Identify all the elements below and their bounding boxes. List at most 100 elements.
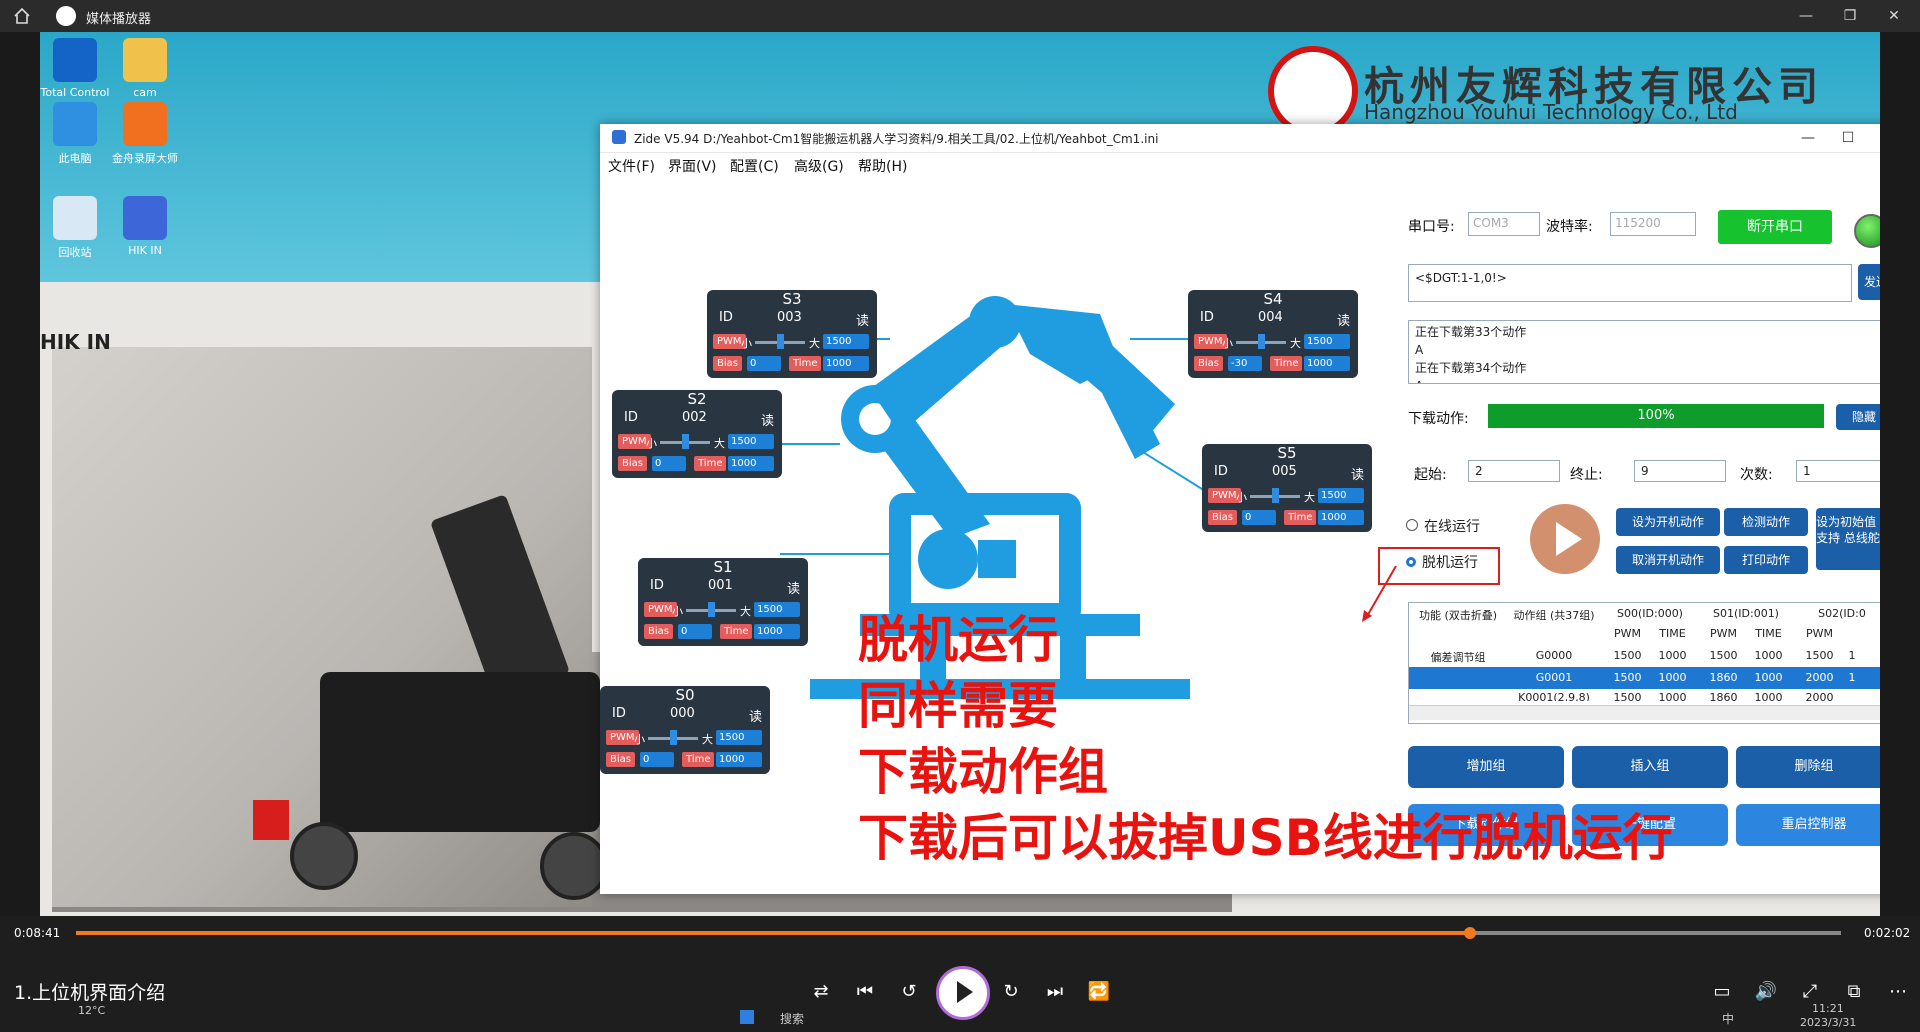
minimize-icon[interactable]: — xyxy=(1786,4,1826,28)
max-label: 大 xyxy=(702,733,713,746)
desktop-icon-label: 此电脑 xyxy=(58,152,92,165)
home-icon[interactable] xyxy=(12,6,32,26)
desktop-icon-this-pc[interactable]: 此电脑 xyxy=(40,102,110,166)
menu-view[interactable]: 界面(V) xyxy=(668,156,717,176)
desktop-icon-label: cam xyxy=(133,86,157,99)
time-spinbox[interactable]: 1000 xyxy=(1318,510,1364,525)
send-button[interactable]: 发送 xyxy=(1858,264,1880,300)
connection-status-led xyxy=(1854,214,1880,248)
table-cell: 1500 xyxy=(1709,649,1738,662)
desktop-icon-total-control[interactable]: Total Control xyxy=(40,38,110,99)
delete-group-button[interactable]: 删除组 xyxy=(1736,746,1880,788)
pwm-slider-knob[interactable] xyxy=(682,434,689,449)
servo-id-label: ID xyxy=(624,410,638,425)
log-output[interactable]: 正在下载第33个动作 A 正在下载第34个动作 A xyxy=(1408,320,1880,384)
menu-file[interactable]: 文件(F) xyxy=(608,156,655,176)
time-spinbox[interactable]: 1000 xyxy=(1304,356,1350,371)
online-run-radio[interactable]: 在线运行 xyxy=(1406,516,1480,536)
set-boot-action-button[interactable]: 设为开机动作 xyxy=(1616,508,1720,536)
servo-read-button[interactable]: 读 xyxy=(1337,310,1350,329)
pwm-spinbox[interactable]: 1500 xyxy=(728,434,774,449)
table-cell: 2000 xyxy=(1805,671,1834,684)
bias-spinbox[interactable]: -30 xyxy=(1228,356,1262,371)
pwm-slider-knob[interactable] xyxy=(708,602,715,617)
pwm-spinbox[interactable]: 1500 xyxy=(823,334,869,349)
disconnect-serial-button[interactable]: 断开串口 xyxy=(1718,210,1832,244)
pwm-spinbox[interactable]: 1500 xyxy=(1318,488,1364,503)
pwm-slider-knob[interactable] xyxy=(777,334,784,349)
servo-id-label: ID xyxy=(719,310,733,325)
add-group-button[interactable]: 增加组 xyxy=(1408,746,1564,788)
zide-close-icon[interactable]: ✕ xyxy=(1870,126,1880,150)
serial-port-label: 串口号: xyxy=(1408,219,1455,235)
tray-time: 11:21 xyxy=(1812,1002,1844,1015)
end-spinbox[interactable]: 9 xyxy=(1634,460,1726,482)
restart-controller-button[interactable]: 重启控制器 xyxy=(1736,804,1880,846)
horizontal-scrollbar[interactable] xyxy=(1409,705,1880,720)
close-icon[interactable]: ✕ xyxy=(1874,4,1914,28)
pwm-spinbox[interactable]: 1500 xyxy=(716,730,762,745)
ime-indicator[interactable]: 中 xyxy=(1722,1010,1734,1027)
menu-help[interactable]: 帮助(H) xyxy=(858,156,907,176)
table-row-selected[interactable]: G0001 1500 1000 1860 1000 2000 1 xyxy=(1409,667,1880,689)
subheader-pwm: PWM xyxy=(1805,627,1833,640)
pwm-slider-knob[interactable] xyxy=(1272,488,1279,503)
servo-read-button[interactable]: 读 xyxy=(1351,464,1364,483)
bias-spinbox[interactable]: 0 xyxy=(652,456,686,471)
desktop-icon-hik[interactable]: HIK IN xyxy=(110,196,180,257)
pwm-slider-knob[interactable] xyxy=(670,730,677,745)
servo-read-button[interactable]: 读 xyxy=(749,706,762,725)
desktop-icon-cam[interactable]: cam xyxy=(110,38,180,99)
baud-rate-select[interactable]: 115200 xyxy=(1610,212,1696,236)
bias-spinbox[interactable]: 0 xyxy=(1242,510,1276,525)
serial-port-select[interactable]: COM3 xyxy=(1468,212,1540,236)
pwm-slider-knob[interactable] xyxy=(1258,334,1265,349)
time-spinbox[interactable]: 1000 xyxy=(823,356,869,371)
menu-advanced[interactable]: 高级(G) xyxy=(794,156,844,176)
robot-wheel xyxy=(540,832,608,900)
hide-button[interactable]: 隐藏 xyxy=(1836,404,1880,430)
column-header-s02: S02(ID:0 xyxy=(1818,607,1866,620)
run-play-button[interactable] xyxy=(1530,504,1600,574)
desktop-icon-recorder[interactable]: 金舟录屏大师 xyxy=(110,102,180,166)
servo-read-button[interactable]: 读 xyxy=(761,410,774,429)
action-group-table[interactable]: 功能 (双击折叠) 动作组 (共37组) S00(ID:000) S01(ID:… xyxy=(1408,602,1880,724)
windows-start-icon[interactable] xyxy=(740,1010,754,1024)
log-line: 正在下载第33个动作 xyxy=(1415,325,1527,339)
servo-read-button[interactable]: 读 xyxy=(856,310,869,329)
servo-read-button[interactable]: 读 xyxy=(787,578,800,597)
count-spinbox[interactable]: 1 xyxy=(1796,460,1880,482)
video-title: 1.上位机界面介绍 xyxy=(14,982,166,1004)
cancel-boot-action-button[interactable]: 取消开机动作 xyxy=(1616,546,1720,574)
command-input[interactable]: <$DGT:1-1,0!> xyxy=(1408,264,1852,302)
table-row[interactable]: K0001(2,9,8) 1500 1000 1860 1000 2000 xyxy=(1409,689,1880,701)
insert-group-button[interactable]: 插入组 xyxy=(1572,746,1728,788)
player-titlebar: 媒体播放器 — ❐ ✕ xyxy=(0,0,1920,32)
check-action-button[interactable]: 检测动作 xyxy=(1724,508,1808,536)
table-cell: 2000 xyxy=(1805,691,1834,701)
maximize-icon[interactable]: ❐ xyxy=(1830,4,1870,28)
desktop-icon-recycle-bin[interactable]: 回收站 xyxy=(40,196,110,260)
zide-maximize-icon[interactable]: ☐ xyxy=(1830,126,1866,150)
set-initial-value-button[interactable]: 设为初始值 仅支持 总线舵机 xyxy=(1816,508,1880,570)
bias-spinbox[interactable]: 0 xyxy=(747,356,781,371)
table-cell: 1000 xyxy=(1658,649,1687,662)
menu-config[interactable]: 配置(C) xyxy=(730,156,779,176)
time-spinbox[interactable]: 1000 xyxy=(716,752,762,767)
bias-spinbox[interactable]: 0 xyxy=(678,624,712,639)
start-spinbox[interactable]: 2 xyxy=(1468,460,1560,482)
servo-panel-s3: S3 ID 003 读 PWM 小 大 1500 Bias 0 Time 100… xyxy=(707,290,877,378)
time-spinbox[interactable]: 1000 xyxy=(728,456,774,471)
taskbar-search[interactable]: 搜索 xyxy=(780,1010,804,1027)
min-label: 小 xyxy=(1236,491,1247,504)
zide-minimize-icon[interactable]: — xyxy=(1790,126,1826,150)
taskbar-strip: 12°C 搜索 中 11:21 2023/3/31 xyxy=(0,1002,1920,1032)
time-spinbox[interactable]: 1000 xyxy=(754,624,800,639)
table-row[interactable]: 偏差调节组 G0000 1500 1000 1500 1000 1500 1 xyxy=(1409,645,1880,667)
print-action-button[interactable]: 打印动作 xyxy=(1724,546,1808,574)
pwm-spinbox[interactable]: 1500 xyxy=(1304,334,1350,349)
pwm-spinbox[interactable]: 1500 xyxy=(754,602,800,617)
video-frame[interactable]: Total Control cam 此电脑 金舟录屏大师 回收站 HIK IN … xyxy=(40,32,1880,916)
table-cell: K0001(2,9,8) xyxy=(1518,691,1590,701)
bias-spinbox[interactable]: 0 xyxy=(640,752,674,767)
